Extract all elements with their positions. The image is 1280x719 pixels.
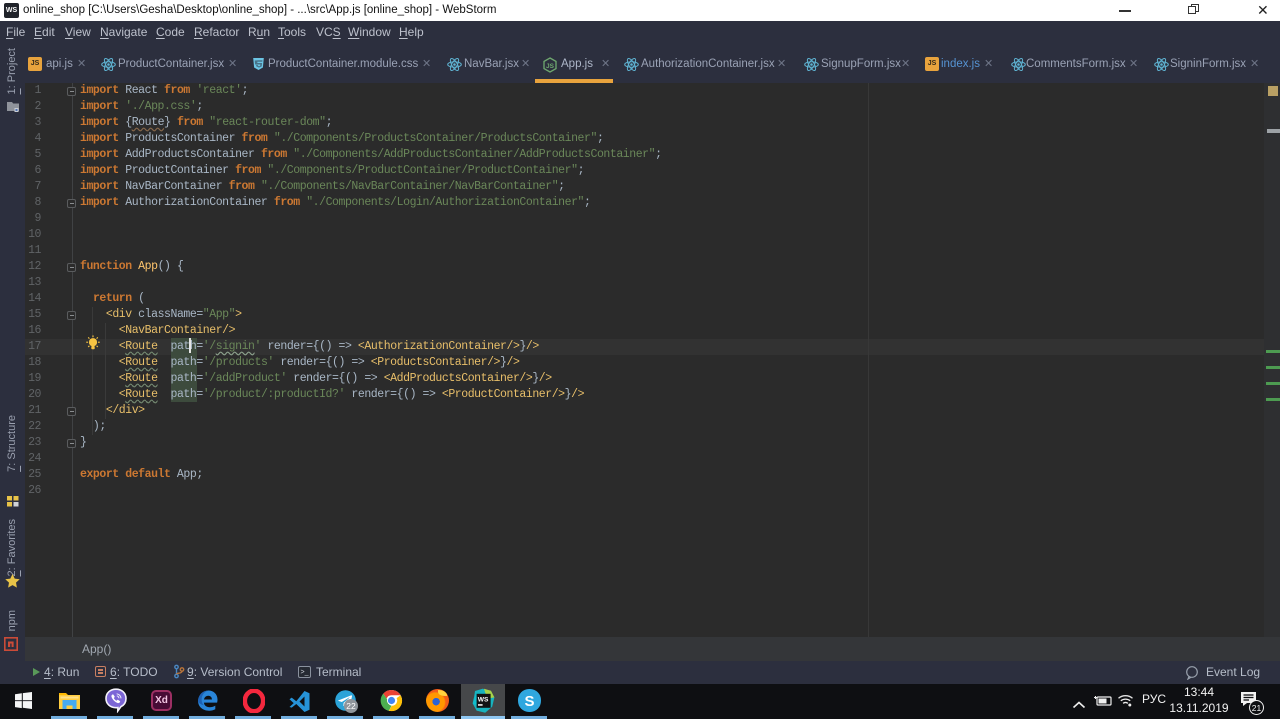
svg-text:WS: WS [478, 696, 489, 703]
svg-text:JS: JS [546, 63, 555, 70]
svg-text:S: S [524, 693, 534, 710]
